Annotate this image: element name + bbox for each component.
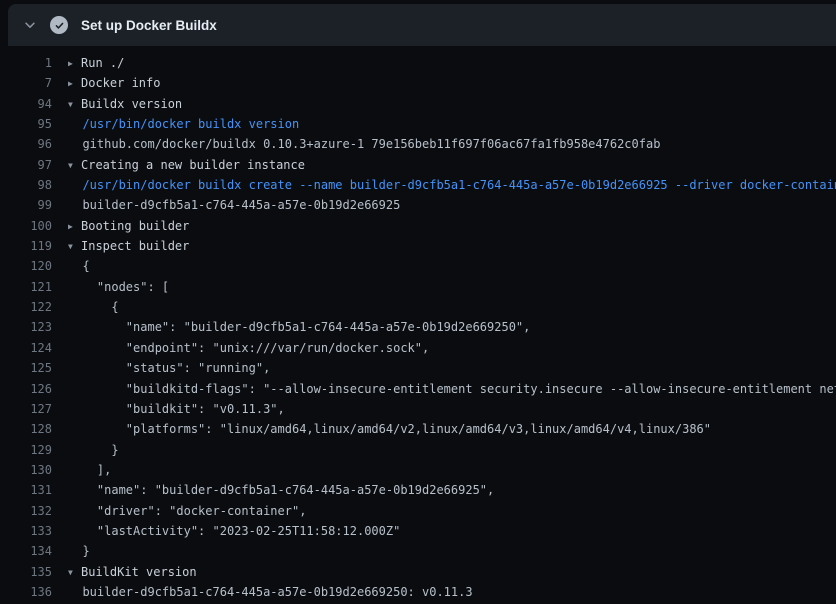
log-line-text: builder-d9cfb5a1-c764-445a-a57e-0b19d2e6…: [68, 198, 400, 212]
log-line-text: "buildkitd-flags": "--allow-insecure-ent…: [68, 382, 836, 396]
log-group-row[interactable]: 97 ▼Creating a new builder instance: [0, 155, 836, 175]
log-group-row[interactable]: 94 ▼Buildx version: [0, 94, 836, 114]
log-line-text: "nodes": [: [68, 280, 169, 294]
line-number[interactable]: 125: [0, 358, 52, 378]
line-number[interactable]: 135: [0, 562, 52, 582]
log-line-text: /usr/bin/docker buildx create --name bui…: [68, 178, 836, 192]
log-line-text[interactable]: Docker info: [81, 76, 160, 90]
group-toggle-icon[interactable]: ▼: [68, 95, 81, 115]
log-line-text[interactable]: BuildKit version: [81, 565, 197, 579]
log-line-text: "name": "builder-d9cfb5a1-c764-445a-a57e…: [68, 320, 530, 334]
log-group-row[interactable]: 7 ▶Docker info: [0, 73, 836, 93]
line-number[interactable]: 95: [0, 114, 52, 134]
log-line: 121 "nodes": [: [0, 277, 836, 297]
line-number[interactable]: 98: [0, 175, 52, 195]
line-number[interactable]: 126: [0, 379, 52, 399]
log-output: 1▶Run ./ 7▶Docker info 94▼Buildx version…: [0, 46, 836, 604]
log-line-text: }: [68, 544, 90, 558]
log-line-text: }: [68, 443, 119, 457]
log-group-row[interactable]: 100 ▶Booting builder: [0, 216, 836, 236]
line-number[interactable]: 136: [0, 582, 52, 602]
line-number[interactable]: 97: [0, 155, 52, 175]
log-line-text: builder-d9cfb5a1-c764-445a-a57e-0b19d2e6…: [68, 585, 473, 599]
log-line: 95 /usr/bin/docker buildx version: [0, 114, 836, 134]
log-line-text: "lastActivity": "2023-02-25T11:58:12.000…: [68, 524, 400, 538]
log-line-text: /usr/bin/docker buildx version: [68, 117, 299, 131]
log-line: 133 "lastActivity": "2023-02-25T11:58:12…: [0, 521, 836, 541]
line-number[interactable]: 127: [0, 399, 52, 419]
log-line: 130 ],: [0, 460, 836, 480]
line-number[interactable]: 96: [0, 134, 52, 154]
line-number[interactable]: 132: [0, 501, 52, 521]
step-header[interactable]: Set up Docker Buildx: [8, 4, 836, 46]
log-line-text: ],: [68, 463, 111, 477]
log-line: 122 {: [0, 297, 836, 317]
group-toggle-icon[interactable]: ▶: [68, 217, 81, 237]
log-line-text: {: [68, 300, 119, 314]
log-line: 99 builder-d9cfb5a1-c764-445a-a57e-0b19d…: [0, 195, 836, 215]
log-line-text[interactable]: Creating a new builder instance: [81, 158, 305, 172]
line-number[interactable]: 1: [0, 53, 52, 73]
log-line-text: "platforms": "linux/amd64,linux/amd64/v2…: [68, 422, 711, 436]
log-line: 120 {: [0, 256, 836, 276]
line-number[interactable]: 134: [0, 541, 52, 561]
line-number[interactable]: 122: [0, 297, 52, 317]
line-number[interactable]: 130: [0, 460, 52, 480]
line-number[interactable]: 123: [0, 317, 52, 337]
line-number[interactable]: 7: [0, 73, 52, 93]
log-line: 132 "driver": "docker-container",: [0, 501, 836, 521]
log-line-text[interactable]: Inspect builder: [81, 239, 189, 253]
log-line: 124 "endpoint": "unix:///var/run/docker.…: [0, 338, 836, 358]
line-number[interactable]: 129: [0, 440, 52, 460]
chevron-down-icon[interactable]: [22, 17, 38, 33]
check-circle-icon: [50, 16, 68, 34]
line-number[interactable]: 131: [0, 480, 52, 500]
group-toggle-icon[interactable]: ▶: [68, 74, 81, 94]
log-line: 98 /usr/bin/docker buildx create --name …: [0, 175, 836, 195]
log-line-text: "buildkit": "v0.11.3",: [68, 402, 285, 416]
step-title: Set up Docker Buildx: [81, 18, 217, 33]
log-line: 126 "buildkitd-flags": "--allow-insecure…: [0, 379, 836, 399]
log-line: 136 builder-d9cfb5a1-c764-445a-a57e-0b19…: [0, 582, 836, 602]
line-number[interactable]: 99: [0, 195, 52, 215]
log-line-text: "endpoint": "unix:///var/run/docker.sock…: [68, 341, 429, 355]
log-line: 131 "name": "builder-d9cfb5a1-c764-445a-…: [0, 480, 836, 500]
log-group-row[interactable]: 135 ▼BuildKit version: [0, 562, 836, 582]
log-line: 129 }: [0, 440, 836, 460]
line-number[interactable]: 100: [0, 216, 52, 236]
group-toggle-icon[interactable]: ▼: [68, 237, 81, 257]
line-number[interactable]: 119: [0, 236, 52, 256]
log-line-text: github.com/docker/buildx 0.10.3+azure-1 …: [68, 137, 660, 151]
log-line-text[interactable]: Booting builder: [81, 219, 189, 233]
log-line-text: "name": "builder-d9cfb5a1-c764-445a-a57e…: [68, 483, 494, 497]
log-line: 123 "name": "builder-d9cfb5a1-c764-445a-…: [0, 317, 836, 337]
log-line-text[interactable]: Buildx version: [81, 97, 182, 111]
group-toggle-icon[interactable]: ▶: [68, 54, 81, 74]
log-line-text: "status": "running",: [68, 361, 270, 375]
line-number[interactable]: 128: [0, 419, 52, 439]
line-number[interactable]: 120: [0, 256, 52, 276]
group-toggle-icon[interactable]: ▼: [68, 563, 81, 583]
log-line-text: "driver": "docker-container",: [68, 504, 306, 518]
line-number[interactable]: 124: [0, 338, 52, 358]
log-line-text: {: [68, 259, 90, 273]
line-number[interactable]: 121: [0, 277, 52, 297]
log-line: 134 }: [0, 541, 836, 561]
log-line: 96 github.com/docker/buildx 0.10.3+azure…: [0, 134, 836, 154]
log-group-row[interactable]: 119 ▼Inspect builder: [0, 236, 836, 256]
line-number[interactable]: 94: [0, 94, 52, 114]
log-line: 125 "status": "running",: [0, 358, 836, 378]
log-line: 128 "platforms": "linux/amd64,linux/amd6…: [0, 419, 836, 439]
log-group-row[interactable]: 1 ▶Run ./: [0, 53, 836, 73]
group-toggle-icon[interactable]: ▼: [68, 156, 81, 176]
log-line-text[interactable]: Run ./: [81, 56, 124, 70]
line-number[interactable]: 133: [0, 521, 52, 541]
log-line: 127 "buildkit": "v0.11.3",: [0, 399, 836, 419]
